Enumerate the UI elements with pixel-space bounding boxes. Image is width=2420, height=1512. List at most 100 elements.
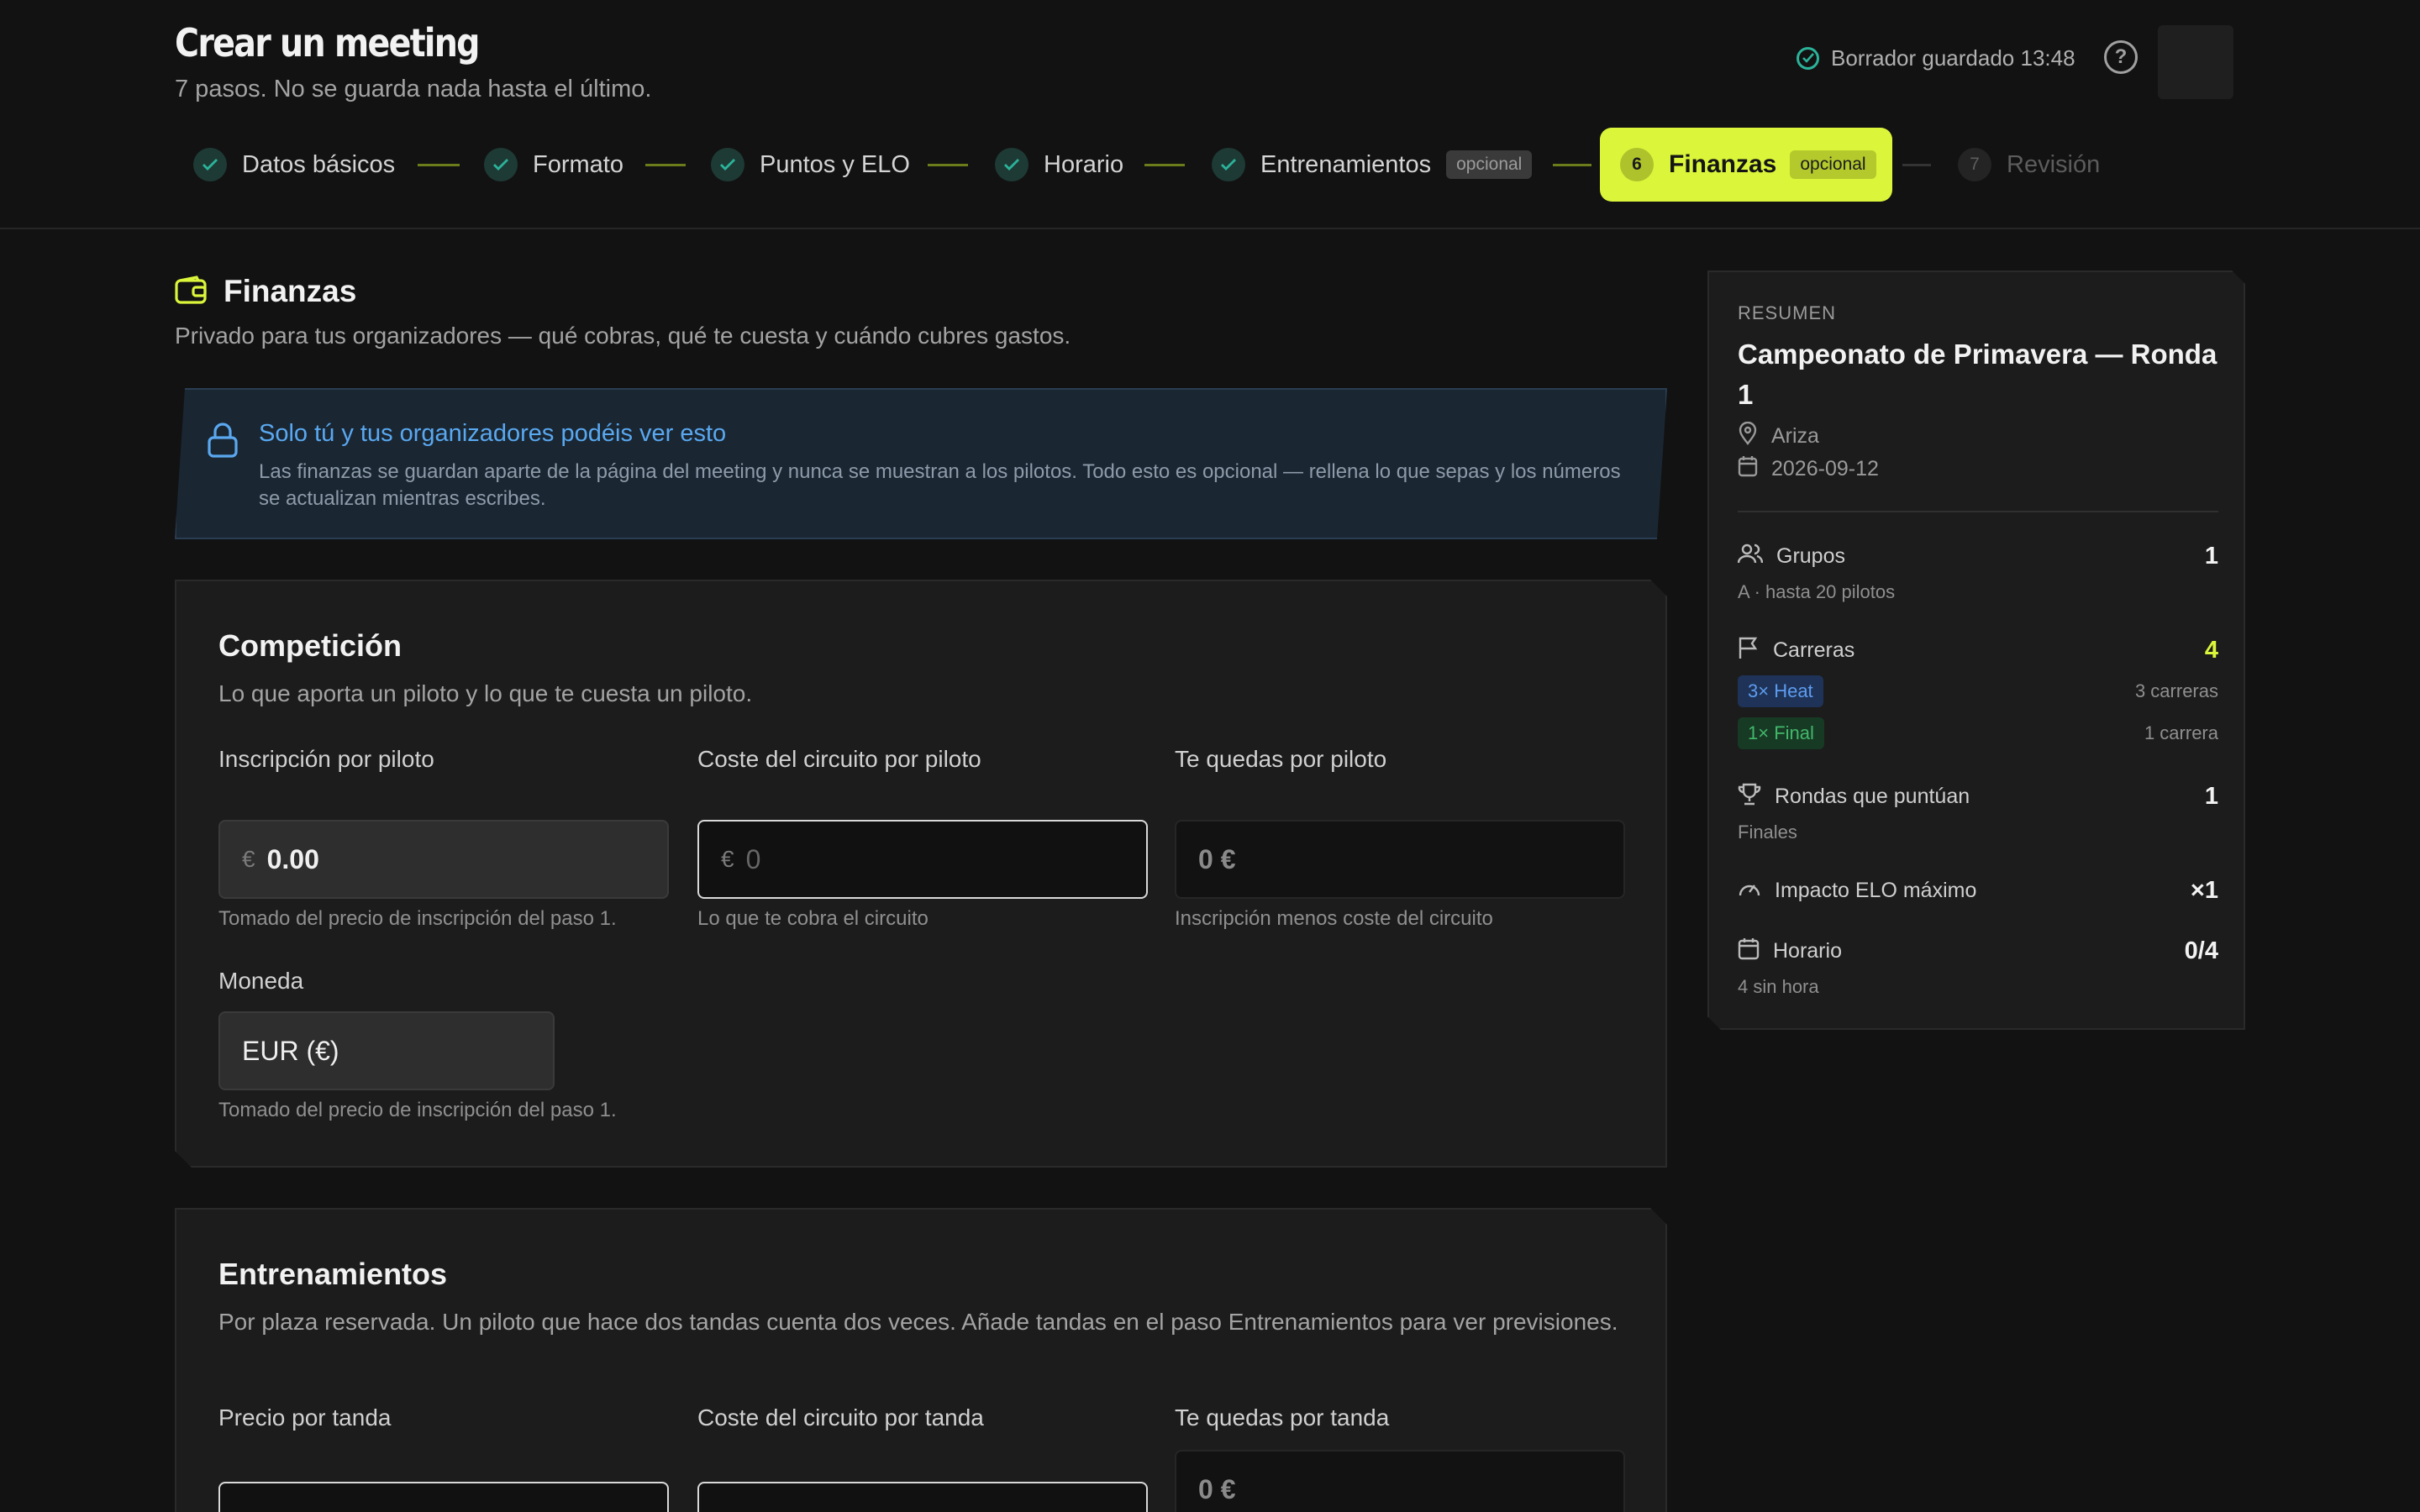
schedule-value: 0/4 <box>2184 937 2218 964</box>
training-price-input[interactable] <box>218 1482 669 1512</box>
card-title: Competición <box>218 628 402 663</box>
step-label: Entrenamientos <box>1260 150 1432 178</box>
card-title: Entrenamientos <box>218 1257 448 1291</box>
check-icon <box>1212 148 1245 181</box>
divider <box>1738 511 2218 512</box>
circuit-cost-input[interactable]: € 0 <box>697 820 1148 899</box>
section-subtitle: Privado para tus organizadores — qué cob… <box>175 323 1071 349</box>
step-horario[interactable]: Horario <box>995 146 1123 183</box>
groups-label-wrap: Grupos <box>1738 543 1845 570</box>
help-icon[interactable]: ? <box>2104 40 2138 74</box>
step-finanzas[interactable]: 6 Finanzas opcional <box>1600 128 1892 202</box>
elo-value: ×1 <box>2190 876 2218 904</box>
step-connector <box>1553 164 1591 166</box>
step-puntos-elo[interactable]: Puntos y ELO <box>711 146 910 183</box>
header: Crear un meeting 7 pasos. No se guarda n… <box>0 0 2420 229</box>
circuit-cost-hint: Lo que te cobra el circuito <box>697 907 929 930</box>
net-value: 0 € <box>1198 843 1236 874</box>
competition-card: Competición Lo que aporta un piloto y lo… <box>175 580 1667 1168</box>
races-value: 4 <box>2204 636 2218 664</box>
draft-status-text: Borrador guardado 13:48 <box>1831 45 2075 71</box>
races-label-wrap: Carreras <box>1738 636 1854 665</box>
location-text: Ariza <box>1771 424 1819 448</box>
map-pin-icon <box>1738 422 1758 451</box>
currency-value: EUR (€) <box>242 1035 339 1066</box>
card-subtitle: Por plaza reservada. Un piloto que hace … <box>218 1309 1618 1335</box>
step-connector <box>645 164 686 166</box>
step-connector <box>1144 164 1185 166</box>
scoring-label: Rondas que puntúan <box>1775 784 1970 808</box>
net-value-field: 0 € <box>1175 820 1625 899</box>
summary-elo: Impacto ELO máximo ×1 <box>1738 874 2218 907</box>
step-label: Puntos y ELO <box>760 150 910 178</box>
step-revision[interactable]: 7 Revisión <box>1958 146 2100 183</box>
step-label: Revisión <box>2007 150 2101 178</box>
step-number: 7 <box>1958 148 1991 181</box>
groups-value: 1 <box>2204 542 2218 570</box>
page-subtitle: 7 pasos. No se guarda nada hasta el últi… <box>175 76 652 102</box>
summary-eyebrow: RESUMEN <box>1738 302 1837 323</box>
net-hint: Inscripción menos coste del circuito <box>1175 907 1493 930</box>
card-subtitle: Lo que aporta un piloto y lo que te cues… <box>218 680 753 706</box>
step-connector <box>1902 164 1931 166</box>
summary-races: Carreras 4 <box>1738 633 2218 667</box>
notice-body: Las finanzas se guardan aparte de la pág… <box>259 460 1621 510</box>
step-label: Finanzas <box>1669 150 1777 178</box>
check-icon <box>193 148 227 181</box>
entry-fee-hint: Tomado del precio de inscripción del pas… <box>218 907 617 930</box>
section-heading: Finanzas <box>175 274 356 309</box>
step-datos-basicos[interactable]: Datos básicos <box>193 146 395 183</box>
final-badge: 1× Final <box>1738 717 1824 749</box>
optional-badge: opcional <box>1446 150 1533 179</box>
elo-label: Impacto ELO máximo <box>1775 878 1977 902</box>
scoring-value: 1 <box>2204 782 2218 810</box>
users-icon <box>1738 543 1763 570</box>
date-row: 2026-09-12 <box>1738 455 1879 483</box>
check-circle-icon <box>1797 46 1819 70</box>
step-entrenamientos[interactable]: Entrenamientos opcional <box>1212 146 1533 183</box>
summary-scoring: Rondas que puntúan 1 <box>1738 780 2218 813</box>
section-title: Finanzas <box>224 274 357 308</box>
optional-badge: opcional <box>1790 150 1876 179</box>
summary-schedule: Horario 0/4 <box>1738 934 2218 968</box>
summary-groups: Grupos 1 <box>1738 539 2218 573</box>
races-label: Carreras <box>1773 638 1855 662</box>
currency-prefix: € <box>242 846 255 872</box>
calendar-icon <box>1738 455 1758 483</box>
step-label: Formato <box>533 150 623 178</box>
avatar[interactable] <box>2158 25 2233 99</box>
entry-fee-input[interactable]: € 0.00 <box>218 820 669 899</box>
elo-label-wrap: Impacto ELO máximo <box>1738 878 1976 904</box>
lock-icon <box>207 422 239 463</box>
wallet-icon <box>175 275 207 308</box>
scoring-sub: Finales <box>1738 822 1797 843</box>
step-connector <box>928 164 968 166</box>
training-net-label: Te quedas por tanda <box>1175 1404 1390 1431</box>
flag-icon <box>1738 636 1760 665</box>
currency-prefix: € <box>721 846 734 872</box>
check-icon <box>711 148 744 181</box>
currency-hint: Tomado del precio de inscripción del pas… <box>218 1099 617 1121</box>
check-icon <box>995 148 1028 181</box>
date-text: 2026-09-12 <box>1771 457 1879 480</box>
step-formato[interactable]: Formato <box>484 146 623 183</box>
trophy-icon <box>1738 782 1761 811</box>
race-type-row: 1× Final 1 carrera <box>1738 717 2218 749</box>
groups-sub: A · hasta 20 pilotos <box>1738 581 1896 602</box>
training-net-value: 0 € <box>1198 1473 1236 1504</box>
step-label: Horario <box>1044 150 1124 178</box>
schedule-sub: 4 sin hora <box>1738 976 1819 997</box>
training-cost-input[interactable] <box>697 1482 1148 1512</box>
training-card: Entrenamientos Por plaza reservada. Un p… <box>175 1208 1667 1512</box>
notice-title: Solo tú y tus organizadores podéis ver e… <box>259 420 727 447</box>
page-title: Crear un meeting <box>175 20 480 66</box>
entry-fee-value: 0.00 <box>266 843 319 874</box>
meeting-name: Campeonato de Primavera — Ronda 1 <box>1738 339 2217 410</box>
draft-status: Borrador guardado 13:48 <box>1797 44 2075 72</box>
currency-select[interactable]: EUR (€) <box>218 1011 555 1090</box>
groups-label: Grupos <box>1776 543 1845 568</box>
final-count: 1 carrera <box>2144 722 2218 743</box>
check-icon <box>484 148 518 181</box>
race-type-row: 3× Heat 3 carreras <box>1738 675 2218 707</box>
gauge-icon <box>1738 878 1761 904</box>
